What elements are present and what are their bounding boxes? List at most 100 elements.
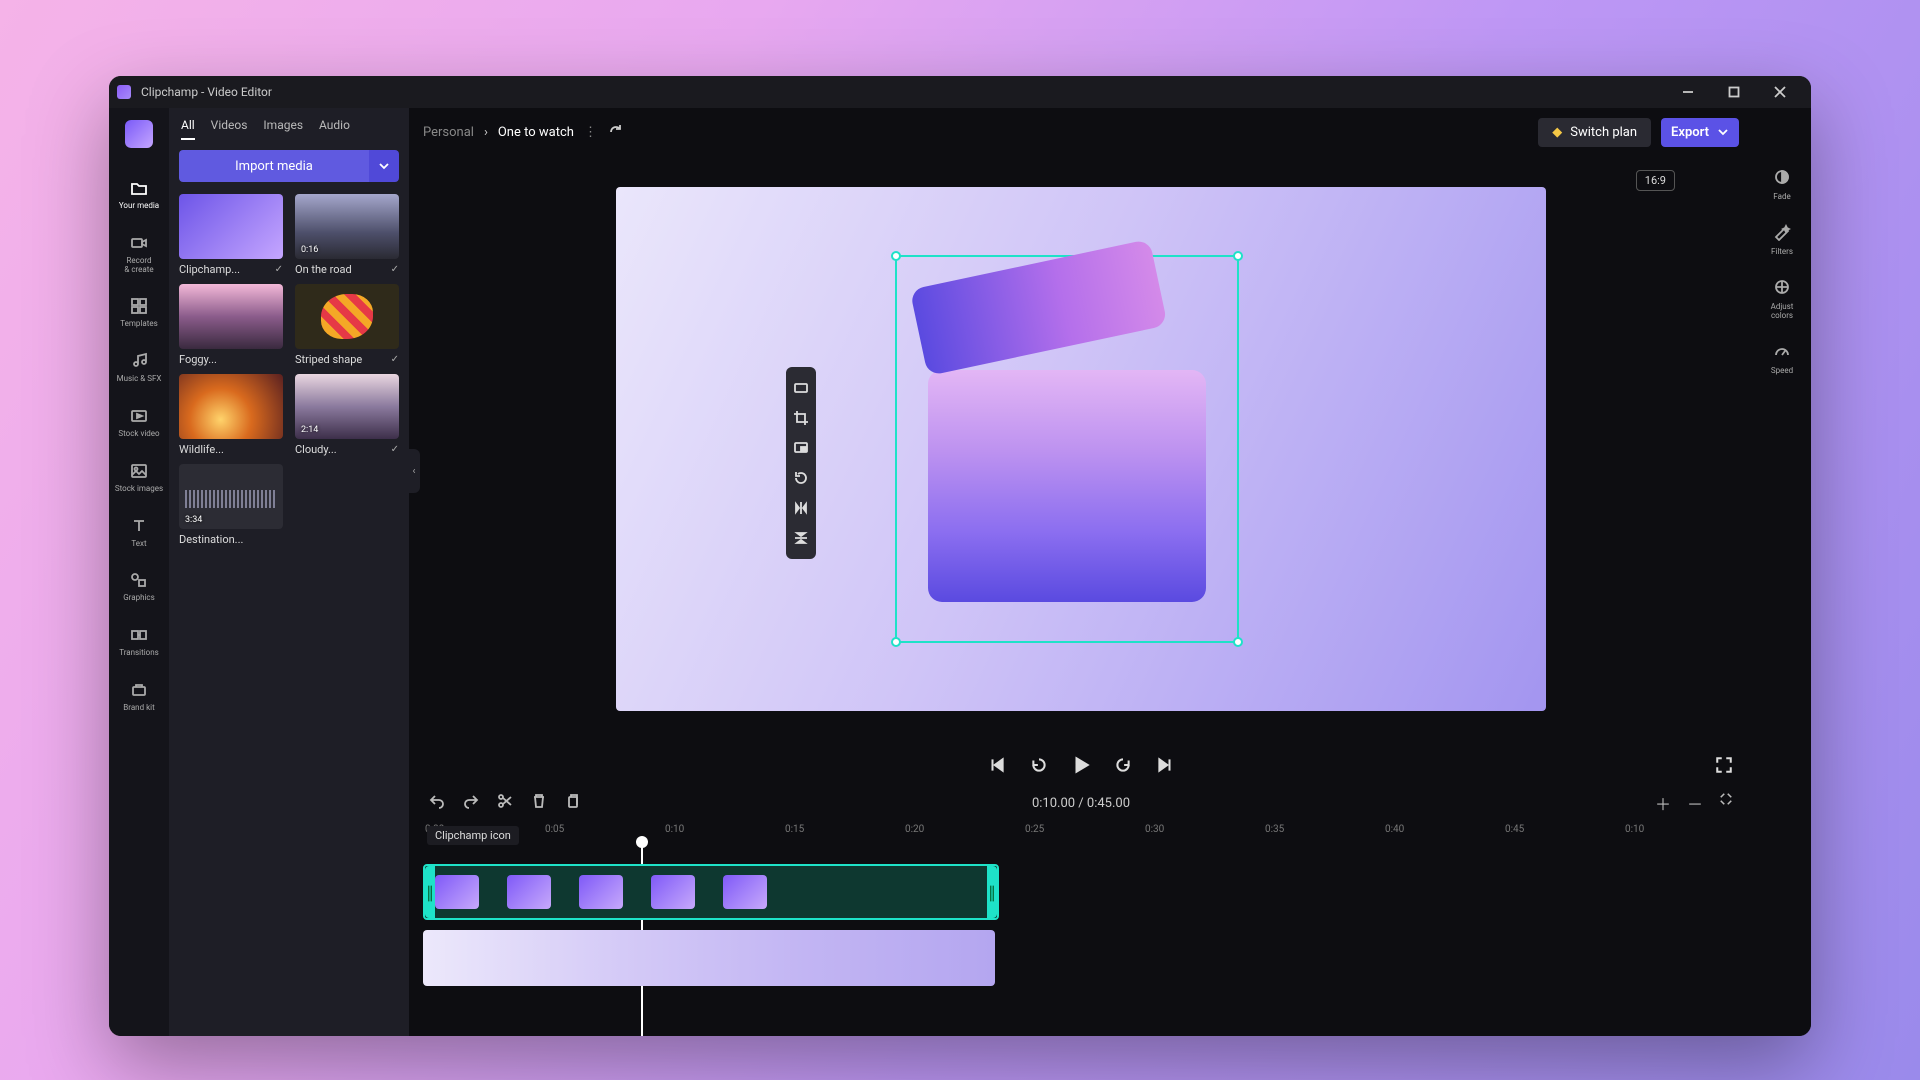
ruler-mark: 0:10 xyxy=(665,824,684,835)
tool-adjust[interactable]: Adjust colors xyxy=(1771,278,1794,320)
resize-handle-tr[interactable] xyxy=(1233,251,1243,261)
media-thumbnail[interactable] xyxy=(179,374,283,439)
next-button[interactable] xyxy=(1156,756,1174,774)
media-name: Cloudy... xyxy=(295,443,337,456)
media-panel: All Videos Images Audio Import media Clipch… xyxy=(169,108,409,1036)
stock-video-icon xyxy=(129,406,149,426)
rail-text[interactable]: Text xyxy=(129,516,149,549)
import-media-button[interactable]: Import media xyxy=(179,150,369,182)
import-media-dropdown[interactable] xyxy=(369,150,399,182)
media-item[interactable]: 0:16On the road✓ xyxy=(295,194,399,276)
zoom-fit-button[interactable] xyxy=(1719,791,1733,815)
media-thumbnail[interactable] xyxy=(179,194,283,259)
duration-label: 3:34 xyxy=(185,515,202,525)
media-thumbnail[interactable] xyxy=(179,284,283,349)
sync-icon[interactable] xyxy=(607,122,623,142)
undo-button[interactable] xyxy=(429,793,445,813)
media-thumbnail[interactable] xyxy=(295,284,399,349)
delete-button[interactable] xyxy=(531,793,547,813)
preview-area: ‹ xyxy=(409,156,1753,742)
media-item[interactable]: 2:14Cloudy...✓ xyxy=(295,374,399,456)
selection-box[interactable] xyxy=(895,255,1239,642)
project-name[interactable]: One to watch xyxy=(498,125,574,140)
tool-speed[interactable]: Speed xyxy=(1771,342,1793,375)
rail-transitions[interactable]: Transitions xyxy=(119,625,159,658)
selected-element[interactable] xyxy=(928,288,1207,602)
rail-stock-images[interactable]: Stock images xyxy=(115,461,163,494)
tracks[interactable]: Clipchamp icon ∥ ∥ xyxy=(409,842,1753,1036)
split-button[interactable] xyxy=(497,793,513,813)
media-thumbnail[interactable]: 0:16 xyxy=(295,194,399,259)
export-button[interactable]: Export xyxy=(1661,118,1739,147)
left-tool-rail: Your media Record & create Templates Music … xyxy=(109,108,169,1036)
crop-icon[interactable] xyxy=(786,403,816,433)
media-thumbnail[interactable]: 2:14 xyxy=(295,374,399,439)
redo-button[interactable] xyxy=(463,793,479,813)
ruler-mark: 0:35 xyxy=(1265,824,1284,835)
resize-handle-br[interactable] xyxy=(1233,637,1243,647)
media-item[interactable]: Foggy... xyxy=(179,284,283,366)
collapse-panel-handle[interactable]: ‹ xyxy=(408,449,420,493)
app-icon xyxy=(117,85,131,99)
clip-trim-left[interactable]: ∥ xyxy=(425,866,435,918)
media-item[interactable]: Striped shape✓ xyxy=(295,284,399,366)
video-clip[interactable]: ∥ ∥ xyxy=(423,864,999,920)
chevron-down-icon xyxy=(1717,126,1729,138)
copy-button[interactable] xyxy=(565,793,581,813)
forward-button[interactable] xyxy=(1114,756,1132,774)
media-tab-audio[interactable]: Audio xyxy=(319,118,350,140)
pip-icon[interactable] xyxy=(786,433,816,463)
project-menu-icon[interactable]: ⋮ xyxy=(584,125,597,140)
media-tab-videos[interactable]: Videos xyxy=(211,118,248,140)
resize-handle-bl[interactable] xyxy=(891,637,901,647)
breadcrumb-root[interactable]: Personal xyxy=(423,125,474,140)
zoom-out-button[interactable]: － xyxy=(1687,791,1703,815)
preview-canvas[interactable] xyxy=(616,187,1546,710)
duration-label: 2:14 xyxy=(301,425,318,435)
background-clip[interactable] xyxy=(423,930,995,986)
resize-handle-tl[interactable] xyxy=(891,251,901,261)
window-minimize[interactable] xyxy=(1665,76,1711,108)
rewind-button[interactable] xyxy=(1030,756,1048,774)
ruler-mark: 0:25 xyxy=(1025,824,1044,835)
play-button[interactable] xyxy=(1072,756,1090,774)
main-area: Personal › One to watch ⋮ ◆ Switch plan … xyxy=(409,108,1753,1036)
switch-plan-button[interactable]: ◆ Switch plan xyxy=(1538,118,1651,147)
rail-music[interactable]: Music & SFX xyxy=(117,351,162,384)
music-icon xyxy=(129,351,149,371)
window-close[interactable] xyxy=(1757,76,1803,108)
rotate-icon[interactable] xyxy=(786,463,816,493)
zoom-add-button[interactable]: ＋ xyxy=(1655,791,1671,815)
media-item[interactable]: Wildlife... xyxy=(179,374,283,456)
ruler-mark: 0:15 xyxy=(785,824,804,835)
ruler-mark: 0:40 xyxy=(1385,824,1404,835)
media-item[interactable]: Clipchamp...✓ xyxy=(179,194,283,276)
brand-icon xyxy=(129,680,149,700)
rail-your-media[interactable]: Your media xyxy=(119,178,159,211)
tool-filters[interactable]: Filters xyxy=(1771,223,1793,256)
prev-button[interactable] xyxy=(988,756,1006,774)
tool-fade[interactable]: Fade xyxy=(1773,168,1791,201)
media-item[interactable]: 3:34 Destination... xyxy=(179,464,283,546)
fit-icon[interactable] xyxy=(786,373,816,403)
flip-v-icon[interactable] xyxy=(786,523,816,553)
time-ruler[interactable]: 0:000:050:100:150:200:250:300:350:400:45… xyxy=(409,822,1753,842)
flip-h-icon[interactable] xyxy=(786,493,816,523)
window-maximize[interactable] xyxy=(1711,76,1757,108)
titlebar: Clipchamp - Video Editor xyxy=(109,76,1811,108)
rail-stock-video[interactable]: Stock video xyxy=(118,406,159,439)
media-name: Wildlife... xyxy=(179,443,224,456)
rail-graphics[interactable]: Graphics xyxy=(123,570,155,603)
media-tab-all[interactable]: All xyxy=(181,118,195,140)
rail-record[interactable]: Record & create xyxy=(124,233,153,275)
clip-trim-right[interactable]: ∥ xyxy=(987,866,997,918)
fullscreen-button[interactable] xyxy=(1715,756,1733,774)
ruler-mark: 0:10 xyxy=(1625,824,1644,835)
canvas-toolbar xyxy=(786,367,816,559)
media-thumbnail[interactable]: 3:34 xyxy=(179,464,283,529)
rail-templates[interactable]: Templates xyxy=(120,296,157,329)
media-name: Destination... xyxy=(179,533,243,546)
media-tab-images[interactable]: Images xyxy=(263,118,303,140)
rail-brand[interactable]: Brand kit xyxy=(123,680,154,713)
check-icon: ✓ xyxy=(391,354,399,365)
